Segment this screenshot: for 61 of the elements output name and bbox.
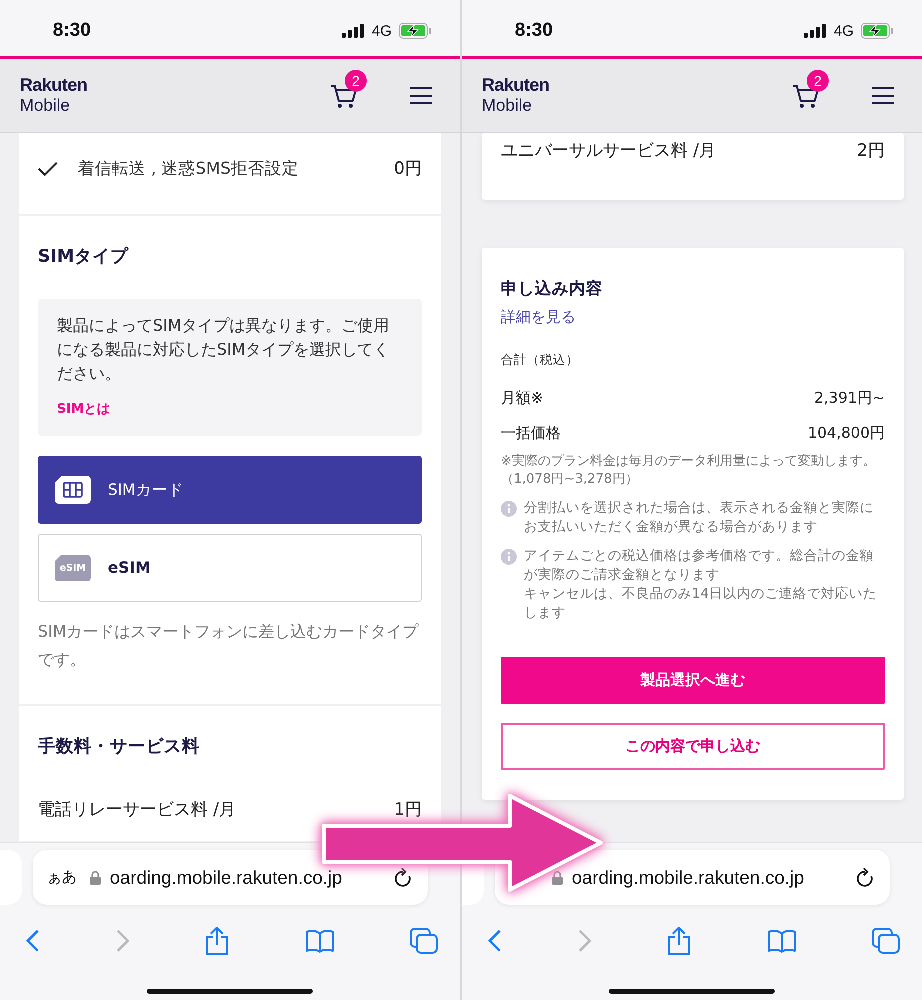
info-icon xyxy=(501,501,517,517)
status-time: 8:30 xyxy=(53,20,92,42)
tabs-icon[interactable] xyxy=(410,928,438,954)
option-label: 着信転送 , 迷惑SMS拒否設定 xyxy=(78,158,300,180)
reload-icon[interactable] xyxy=(856,868,874,888)
total-price: 104,800円 xyxy=(808,424,885,443)
fee-label: 電話リレーサービス料 /月 xyxy=(38,799,236,821)
network-label: 4G xyxy=(372,22,392,40)
sim-card-icon xyxy=(55,476,91,504)
signal-icon xyxy=(804,24,827,38)
address-bar[interactable]: oarding.mobile.rakuten.co.jp xyxy=(495,850,890,905)
lock-icon xyxy=(552,870,563,884)
back-icon[interactable] xyxy=(488,929,502,953)
esim-icon: eSIM xyxy=(55,554,91,582)
status-time: 8:30 xyxy=(515,20,554,42)
section-heading: 手数料・サービス料 xyxy=(38,736,201,758)
logo[interactable]: Rakuten Mobile xyxy=(482,75,550,116)
tabs-icon[interactable] xyxy=(872,928,900,954)
address-bar[interactable]: ぁあ oarding.mobile.rakuten.co.jp xyxy=(33,850,428,905)
back-icon[interactable] xyxy=(26,929,40,953)
section-heading: SIMタイプ xyxy=(38,246,130,268)
proceed-button[interactable]: 製品選択へ進む xyxy=(501,657,885,704)
note-text: キャンセルは、不良品のみ14日以内のご連絡で対応いたします xyxy=(524,585,878,623)
apply-button[interactable]: この内容で申し込む xyxy=(501,723,885,770)
info-text: 製品によってSIMタイプは異なります。ご使用になる製品に対応したSIMタイプを選択してください。 xyxy=(57,315,391,385)
battery-charging-icon xyxy=(861,23,894,39)
sim-info-link[interactable]: SIMとは xyxy=(57,400,110,418)
details-link[interactable]: 詳細を見る xyxy=(501,308,576,327)
text-size-button[interactable]: ぁあ xyxy=(47,868,81,887)
bookmarks-icon[interactable] xyxy=(304,929,334,953)
sim-type-option[interactable]: SIMカード xyxy=(38,456,422,524)
fee-label: ユニバーサルサービス料 /月 xyxy=(501,140,716,162)
url-text: oarding.mobile.rakuten.co.jp xyxy=(110,866,344,888)
fee-price: 1円 xyxy=(394,799,422,821)
battery-charging-icon xyxy=(399,23,432,39)
share-icon[interactable] xyxy=(205,927,229,955)
note-text: ※実際のプラン料金は毎月のデータ利用量によって変動します。（1,078円~3,278円） xyxy=(501,453,877,489)
cart-count-badge: 2 xyxy=(345,70,367,92)
logo[interactable]: Rakuten Mobile xyxy=(20,75,88,116)
lock-icon xyxy=(90,870,101,884)
menu-icon[interactable] xyxy=(410,86,432,104)
total-label: 月額※ xyxy=(501,389,544,408)
share-icon[interactable] xyxy=(667,927,691,955)
total-label: 一括価格 xyxy=(501,424,561,443)
fee-price: 2円 xyxy=(857,140,885,162)
signal-icon xyxy=(342,24,365,38)
description-text: SIMカードはスマートフォンに差し込むカードタイプです。 xyxy=(38,621,420,671)
option-price: 0円 xyxy=(394,158,422,180)
total-price: 2,391円~ xyxy=(814,389,885,408)
bookmarks-icon[interactable] xyxy=(766,929,796,953)
sim-type-option[interactable]: eSIM eSIM xyxy=(38,534,422,602)
info-icon xyxy=(501,549,517,565)
total-caption: 合計（税込） xyxy=(501,352,580,369)
menu-icon[interactable] xyxy=(872,86,894,104)
reload-icon[interactable] xyxy=(394,868,412,888)
note-text: アイテムごとの税込価格は参考価格です。総合計の金額が実際のご請求金額となります xyxy=(524,547,875,585)
url-text: oarding.mobile.rakuten.co.jp xyxy=(572,866,806,888)
cart-count-badge: 2 xyxy=(807,70,829,92)
note-text: 分割払いを選択された場合は、表示される金額と実際にお支払いいただく金額が異なる場合があります xyxy=(524,499,875,537)
network-label: 4G xyxy=(834,22,854,40)
section-heading: 申し込み内容 xyxy=(501,278,604,300)
